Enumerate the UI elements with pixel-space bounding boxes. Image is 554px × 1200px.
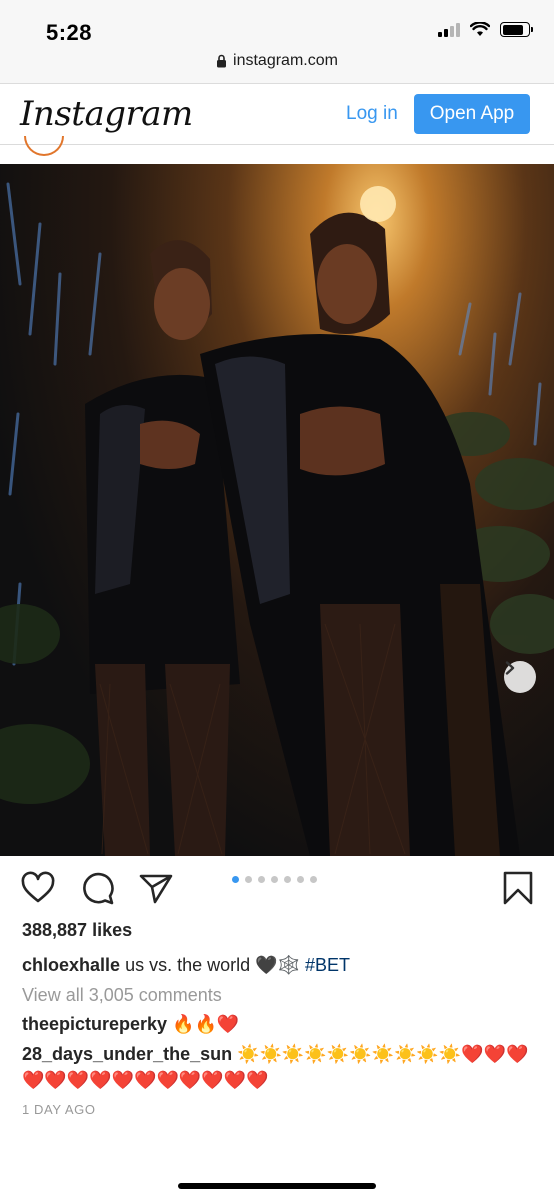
photo-illustration — [0, 182, 554, 856]
caption-emojis: 🖤🕸️ — [255, 955, 300, 975]
lock-icon — [217, 54, 227, 68]
status-time: 5:28 — [46, 20, 93, 45]
wifi-icon — [470, 22, 490, 36]
carousel-dot — [310, 876, 317, 883]
avatar[interactable] — [24, 136, 64, 156]
carousel-next-button[interactable] — [504, 661, 536, 693]
comment-icon[interactable] — [80, 870, 116, 906]
share-icon[interactable] — [138, 870, 174, 906]
comment-text: 🔥🔥❤️ — [172, 1014, 240, 1034]
carousel-dot — [232, 876, 239, 883]
carousel-dot — [271, 876, 278, 883]
post-photo[interactable] — [0, 164, 554, 856]
heart-icon[interactable] — [20, 870, 56, 906]
likes-count[interactable]: 388,887 likes — [22, 920, 132, 941]
comment-username[interactable]: theepictureperky — [22, 1014, 167, 1034]
caption-text: us vs. the world — [125, 955, 251, 975]
carousel-dot — [258, 876, 265, 883]
url-text: instagram.com — [233, 52, 338, 69]
carousel-dot — [284, 876, 291, 883]
browser-chrome: 5:28 instagram.com — [0, 0, 554, 84]
post-header-strip — [0, 136, 554, 164]
login-link[interactable]: Log in — [346, 103, 398, 125]
open-app-button[interactable]: Open App — [414, 94, 530, 134]
status-icons — [438, 22, 533, 37]
caption-username[interactable]: chloexhalle — [22, 955, 120, 975]
post-timestamp: 1 DAY AGO — [22, 1102, 96, 1117]
home-indicator — [178, 1183, 376, 1189]
bookmark-icon[interactable] — [500, 870, 536, 906]
post-caption: chloexhalle us vs. the world 🖤🕸️ #BET — [22, 955, 350, 976]
carousel-dot — [245, 876, 252, 883]
comment-item: theepictureperky 🔥🔥❤️ — [22, 1011, 542, 1037]
carousel-dot — [297, 876, 304, 883]
instagram-logo[interactable]: Instagram — [20, 94, 193, 134]
view-all-comments-link[interactable]: View all 3,005 comments — [22, 985, 222, 1006]
caption-hashtag[interactable]: #BET — [305, 955, 350, 975]
url-bar[interactable]: instagram.com — [0, 52, 554, 70]
post-actions — [0, 858, 554, 918]
carousel-indicator — [232, 876, 317, 883]
signal-icon — [438, 22, 460, 37]
instagram-header: Instagram Log in Open App — [0, 85, 554, 145]
comment-item: 28_days_under_the_sun ☀️☀️☀️☀️☀️☀️☀️☀️☀️… — [22, 1041, 542, 1093]
comment-username[interactable]: 28_days_under_the_sun — [22, 1044, 232, 1064]
battery-icon — [500, 22, 533, 37]
chevron-right-icon — [505, 661, 515, 675]
